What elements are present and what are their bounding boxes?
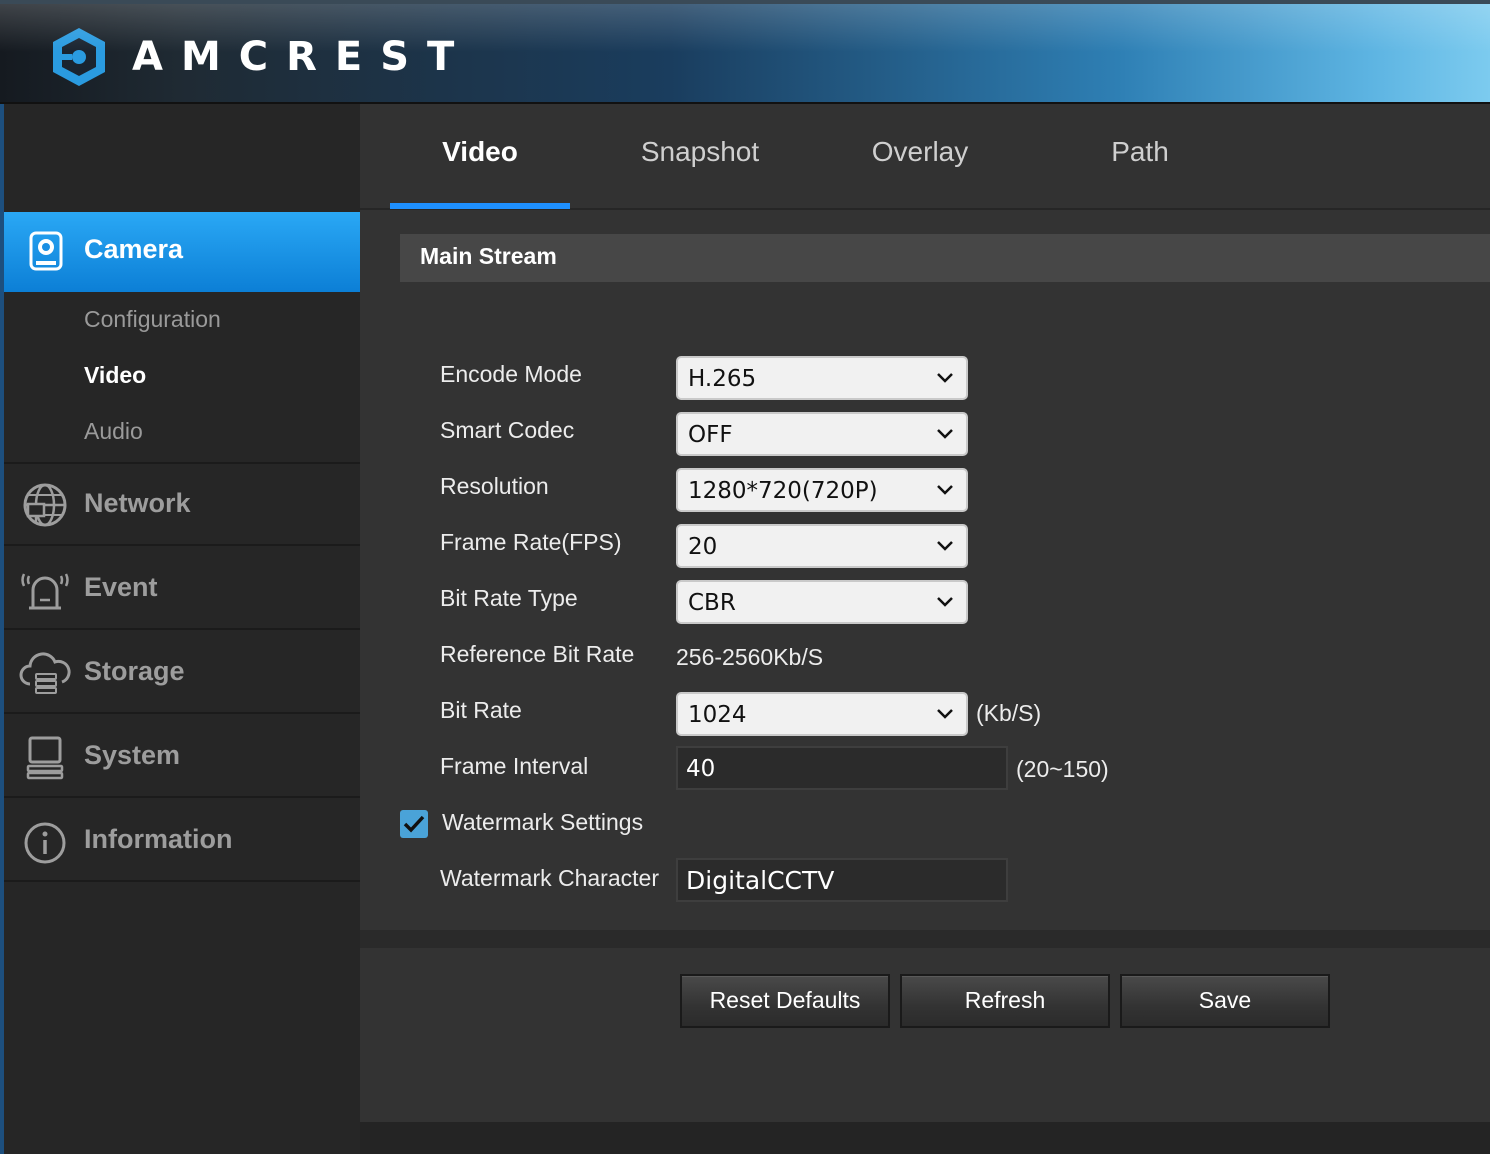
chevron-down-icon bbox=[937, 541, 953, 551]
watermark-settings-label: Watermark Settings bbox=[442, 809, 644, 835]
sidebar-item-camera[interactable]: Camera bbox=[4, 212, 380, 292]
select-value: OFF bbox=[688, 422, 733, 448]
frame-rate-select[interactable]: 20 bbox=[676, 524, 968, 568]
select-value: CBR bbox=[688, 590, 736, 616]
input-value: 40 bbox=[686, 756, 716, 782]
select-value: H.265 bbox=[688, 366, 757, 392]
app-window: AMCREST Camera Configuration Video Audio bbox=[0, 0, 1490, 1154]
sidebar-item-system[interactable]: System bbox=[4, 716, 360, 798]
sidebar-item-label: Event bbox=[84, 572, 158, 602]
reference-bit-rate-value: 256-2560Kb/S bbox=[676, 644, 824, 670]
info-icon bbox=[24, 822, 66, 864]
sidebar-item-label: Network bbox=[84, 488, 191, 518]
sidebar-subitem-video[interactable]: Video bbox=[84, 362, 146, 389]
resolution-label: Resolution bbox=[440, 473, 549, 499]
chevron-down-icon bbox=[937, 709, 953, 719]
camera-icon bbox=[29, 231, 63, 271]
frame-interval-range: (20~150) bbox=[1016, 756, 1109, 782]
sidebar-item-label: Information bbox=[84, 824, 233, 854]
sidebar-item-information[interactable]: Information bbox=[4, 800, 360, 882]
computer-icon bbox=[26, 736, 64, 780]
select-value: 20 bbox=[688, 534, 718, 560]
watermark-settings-checkbox[interactable] bbox=[400, 810, 428, 838]
bit-rate-type-label: Bit Rate Type bbox=[440, 585, 578, 611]
sidebar-subitem-configuration[interactable]: Configuration bbox=[84, 306, 221, 333]
app-header: AMCREST bbox=[0, 0, 1490, 104]
encode-mode-label: Encode Mode bbox=[440, 361, 582, 387]
chevron-down-icon bbox=[937, 373, 953, 383]
cloud-storage-icon bbox=[19, 652, 71, 694]
footer-divider bbox=[360, 930, 1490, 948]
sidebar-item-label: Storage bbox=[84, 656, 185, 686]
chevron-down-icon bbox=[937, 429, 953, 439]
reset-defaults-button[interactable]: Reset Defaults bbox=[680, 974, 890, 1028]
frame-interval-label: Frame Interval bbox=[440, 753, 589, 779]
watermark-character-input[interactable]: DigitalCCTV bbox=[676, 858, 1008, 902]
frame-interval-input[interactable]: 40 bbox=[676, 746, 1008, 790]
alarm-icon bbox=[21, 573, 69, 610]
sidebar-item-label: System bbox=[84, 740, 181, 770]
sidebar-item-label: Camera bbox=[84, 234, 184, 264]
active-tab-indicator bbox=[390, 203, 570, 209]
network-globe-icon bbox=[23, 483, 67, 527]
refresh-button[interactable]: Refresh bbox=[900, 974, 1110, 1028]
encode-mode-select[interactable]: H.265 bbox=[676, 356, 968, 400]
section-title: Main Stream bbox=[420, 243, 557, 269]
amcrest-logo-icon bbox=[53, 28, 105, 86]
bottom-band bbox=[360, 1122, 1490, 1154]
bit-rate-label: Bit Rate bbox=[440, 697, 522, 723]
chevron-down-icon bbox=[937, 597, 953, 607]
bit-rate-unit: (Kb/S) bbox=[976, 700, 1042, 726]
brand-name: AMCREST bbox=[132, 34, 473, 80]
chevron-down-icon bbox=[937, 485, 953, 495]
tab-snapshot[interactable]: Snapshot bbox=[610, 136, 790, 168]
frame-rate-label: Frame Rate(FPS) bbox=[440, 529, 622, 555]
sidebar-item-storage[interactable]: Storage bbox=[4, 632, 360, 714]
select-value: 1024 bbox=[688, 702, 747, 728]
smart-codec-label: Smart Codec bbox=[440, 417, 575, 443]
bit-rate-select[interactable]: 1024 bbox=[676, 692, 968, 736]
smart-codec-select[interactable]: OFF bbox=[676, 412, 968, 456]
section-header: Main Stream bbox=[400, 234, 1490, 282]
watermark-character-label: Watermark Character bbox=[440, 865, 659, 891]
resolution-select[interactable]: 1280*720(720P) bbox=[676, 468, 968, 512]
bit-rate-type-select[interactable]: CBR bbox=[676, 580, 968, 624]
save-button[interactable]: Save bbox=[1120, 974, 1330, 1028]
sidebar-subitem-audio[interactable]: Audio bbox=[84, 418, 143, 445]
select-value: 1280*720(720P) bbox=[688, 478, 878, 504]
input-value: DigitalCCTV bbox=[686, 866, 835, 895]
tab-path[interactable]: Path bbox=[1050, 136, 1230, 168]
checkmark-icon bbox=[403, 815, 425, 833]
reference-bit-rate-label: Reference Bit Rate bbox=[440, 641, 635, 667]
tab-video[interactable]: Video bbox=[390, 136, 570, 168]
tab-overlay[interactable]: Overlay bbox=[830, 136, 1010, 168]
sidebar-item-network[interactable]: Network bbox=[4, 464, 360, 546]
sidebar-item-event[interactable]: Event bbox=[4, 548, 360, 630]
